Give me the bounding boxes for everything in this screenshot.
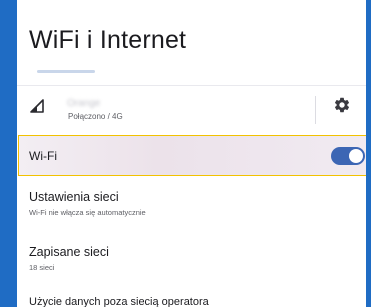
signal-icon: [30, 99, 44, 113]
item-title: Zapisane sieci: [29, 245, 109, 259]
non-carrier-data-usage-item[interactable]: Użycie danych poza siecią operatora: [29, 296, 209, 307]
network-settings-item[interactable]: Ustawienia sieci Wi-Fi nie włącza się au…: [29, 190, 349, 217]
toggle-knob: [349, 149, 363, 163]
carrier-name: Orange: [67, 98, 101, 109]
carrier-status: Połączono / 4G: [68, 112, 123, 121]
wifi-toggle[interactable]: [331, 147, 365, 165]
page-title: WiFi i Internet: [29, 26, 187, 54]
tab-indicator: [37, 70, 95, 73]
vertical-divider: [315, 96, 316, 124]
item-subtitle: 18 sieci: [29, 263, 55, 272]
wifi-label: Wi-Fi: [29, 149, 57, 163]
frame-edge: [366, 0, 371, 307]
item-title: Ustawienia sieci: [29, 190, 119, 204]
mobile-network-row[interactable]: Orange Połączono / 4G: [17, 86, 371, 134]
item-subtitle: Wi-Fi nie włącza się automatycznie: [29, 208, 146, 217]
settings-panel: WiFi i Internet Orange Połączono / 4G Wi…: [17, 0, 371, 307]
saved-networks-item[interactable]: Zapisane sieci 18 sieci: [29, 245, 349, 272]
gear-icon[interactable]: [333, 96, 351, 114]
wifi-toggle-row[interactable]: Wi-Fi: [18, 135, 370, 176]
